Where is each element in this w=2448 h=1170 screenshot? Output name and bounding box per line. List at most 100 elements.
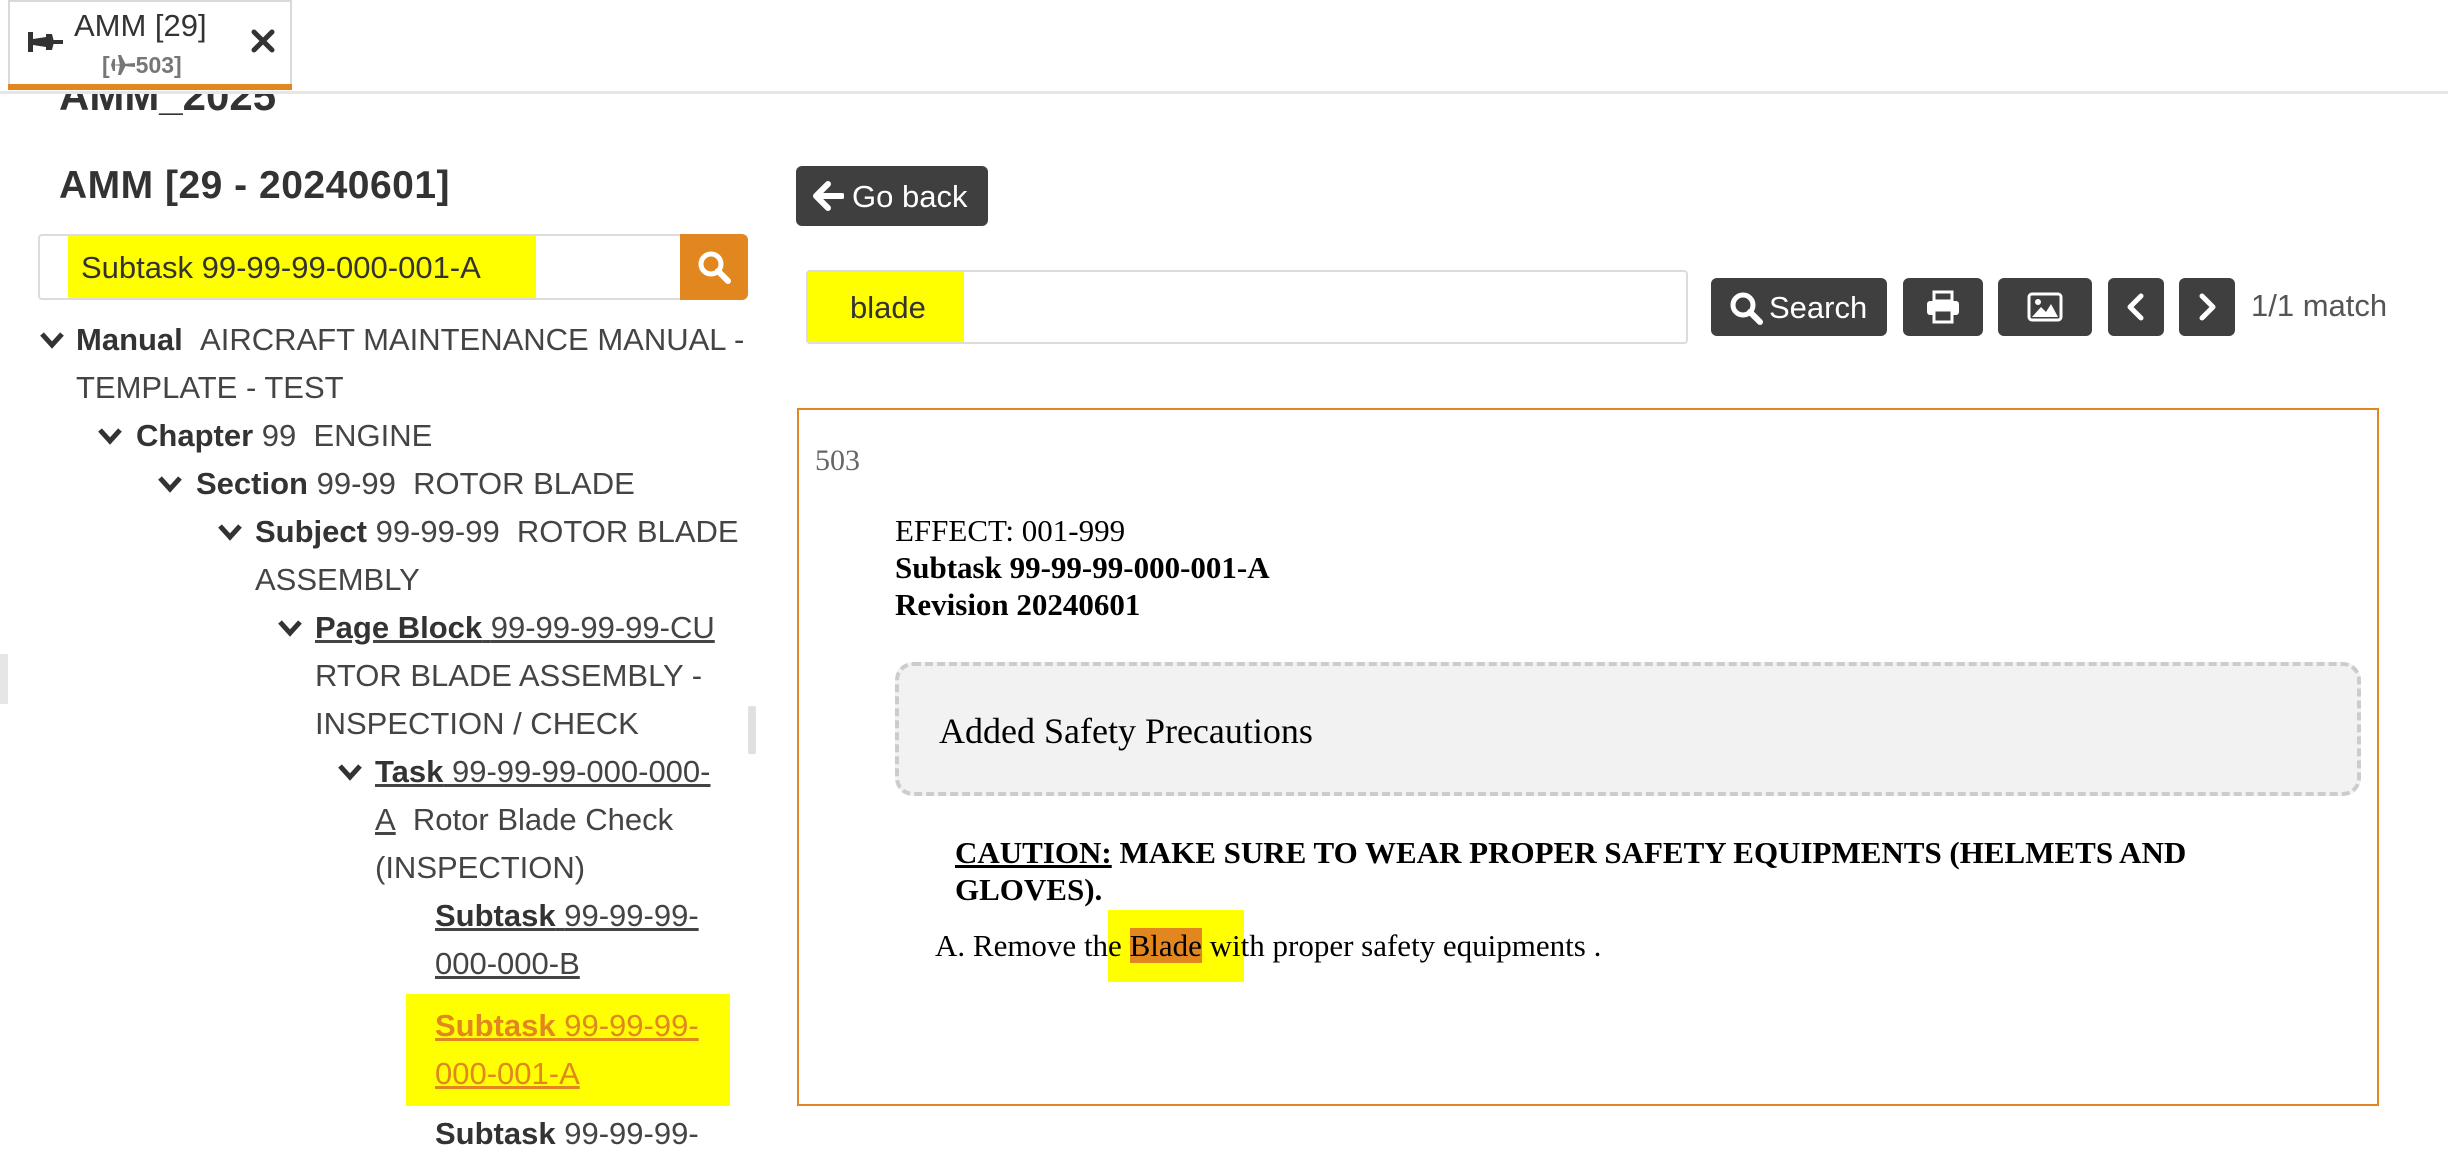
tree-item-subtask[interactable]: Subtask 99-99-99-	[435, 1110, 699, 1158]
task-link[interactable]: Task 99-99-99-000-000-	[375, 754, 711, 789]
tree-type-label: Page Block	[315, 610, 483, 645]
tree-item-subtask-active-cont[interactable]: 000-001-A	[435, 1050, 580, 1098]
safety-precautions-title: Added Safety Precautions	[939, 711, 1313, 751]
print-button[interactable]	[1903, 278, 1983, 336]
chevron-left-icon	[2127, 293, 2144, 321]
tree-code: 99-99-99-	[564, 1008, 699, 1043]
document-content: 503 EFFECT: 001-999 Subtask 99-99-99-000…	[797, 408, 2379, 1106]
caution-label: CAUTION:	[955, 835, 1112, 870]
search-button[interactable]: Search	[1711, 278, 1887, 336]
step-prefix: A. Remove the	[935, 928, 1130, 963]
chevron-down-icon[interactable]	[336, 758, 364, 786]
document-tab[interactable]: AMM [29] [503]	[8, 0, 292, 90]
task-link[interactable]: A	[375, 802, 396, 837]
airplane-icon	[110, 55, 135, 75]
effect-block: EFFECT: 001-999 Subtask 99-99-99-000-001…	[895, 512, 1270, 623]
content-search-value: blade	[850, 290, 926, 325]
subtask-link[interactable]: 000-000-B	[435, 946, 580, 981]
tree-type-label: Subject	[255, 514, 367, 549]
document-header: AMM_2025	[59, 94, 277, 119]
safety-precautions-box: Added Safety Precautions	[895, 662, 2361, 796]
step-a: A. Remove the Blade with proper safety e…	[935, 928, 1601, 964]
tree-code: 99-99-99-99-CU	[490, 610, 715, 645]
tree-search-input[interactable]: Subtask 99-99-99-000-001-A	[38, 234, 682, 300]
go-back-label: Go back	[852, 179, 968, 214]
arrow-left-icon	[813, 181, 844, 211]
effect-line: EFFECT: 001-999	[895, 513, 1126, 548]
pin-icon[interactable]	[26, 26, 64, 58]
tree-type-label: Task	[375, 754, 444, 789]
tree-item-task-cont[interactable]: (INSPECTION)	[375, 844, 585, 892]
tree-code: 99-99-99-	[564, 1116, 699, 1151]
subtask-link[interactable]: Subtask 99-99-99-	[435, 1008, 699, 1043]
tree-code: 99-99-99-	[564, 898, 699, 933]
tree-item-subject[interactable]: Subject 99-99-99 ROTOR BLADE	[255, 508, 739, 556]
subtask-heading: Subtask 99-99-99-000-001-A	[895, 550, 1270, 585]
tree-item-page-block-cont[interactable]: RTOR BLADE ASSEMBLY -	[315, 652, 702, 700]
search-button-label: Search	[1769, 290, 1868, 325]
tree-search-button[interactable]	[680, 234, 748, 300]
tree-item-page-block[interactable]: Page Block 99-99-99-99-CU	[315, 604, 715, 652]
tree-item-subtask[interactable]: Subtask 99-99-99-	[435, 892, 699, 940]
go-back-button[interactable]: Go back	[796, 166, 988, 226]
tree-item-text: TEMPLATE - TEST	[76, 370, 344, 405]
page-number: 503	[815, 444, 860, 477]
search-match: Blade	[1129, 928, 1202, 963]
close-icon[interactable]	[246, 24, 280, 58]
tab-subtitle-number: 503]	[135, 52, 182, 78]
tab-title: AMM [29]	[74, 8, 207, 43]
tree-item-text: AIRCRAFT MAINTENANCE MANUAL -	[200, 322, 745, 357]
next-match-button[interactable]	[2179, 278, 2235, 336]
step-suffix: with proper safety equipments .	[1201, 928, 1602, 963]
tree-type-label: Subtask	[435, 1008, 556, 1043]
caution-text: MAKE SURE TO WEAR PROPER SAFETY EQUIPMEN…	[955, 835, 2187, 907]
tree-item-text: ENGINE	[313, 418, 433, 453]
tree-item-text: Rotor Blade Check	[412, 802, 674, 837]
tree-item-text: INSPECTION / CHECK	[315, 706, 639, 741]
tree-type-label: Chapter	[136, 418, 254, 453]
tree-item-text: (INSPECTION)	[375, 850, 586, 885]
tree-item-task-cont[interactable]: A Rotor Blade Check	[375, 796, 673, 844]
tree-panel: AMM_2025 AMM [29 - 20240601] Subtask 99-…	[0, 94, 760, 1170]
match-count: 1/1 match	[2251, 288, 2388, 323]
search-icon	[1730, 292, 1763, 325]
tree-type-label: Section	[196, 466, 308, 501]
tree-item-section[interactable]: Section 99-99 ROTOR BLADE	[196, 460, 635, 508]
page-block-link[interactable]: Page Block 99-99-99-99-CU	[315, 610, 715, 645]
tab-bar: AMM [29] [503]	[0, 0, 2448, 94]
tree-item-task[interactable]: Task 99-99-99-000-000-	[375, 748, 711, 796]
tree-item-text: RTOR BLADE ASSEMBLY -	[315, 658, 703, 693]
caution-block: CAUTION: MAKE SURE TO WEAR PROPER SAFETY…	[955, 834, 2295, 908]
tree-item-subtask-active[interactable]: Subtask 99-99-99-	[435, 1002, 699, 1050]
tree-item-page-block-cont[interactable]: INSPECTION / CHECK	[315, 700, 639, 748]
tree-item-text: ASSEMBLY	[255, 562, 420, 597]
tree-scrollbar[interactable]	[748, 706, 756, 754]
chevron-down-icon[interactable]	[38, 326, 66, 354]
chevron-down-icon[interactable]	[276, 614, 304, 642]
tab-subtitle: [503]	[102, 52, 182, 79]
tree-item-chapter[interactable]: Chapter 99 ENGINE	[136, 412, 432, 460]
image-button[interactable]	[1998, 278, 2092, 336]
tree-type-label: Subtask	[435, 898, 556, 933]
subtask-link[interactable]: 000-001-A	[435, 1056, 580, 1091]
subtask-link[interactable]: Subtask 99-99-99-	[435, 898, 699, 933]
tree-item-subtask-cont[interactable]: 000-000-B	[435, 940, 580, 988]
tree-search-value: Subtask 99-99-99-000-001-A	[81, 250, 481, 285]
chevron-down-icon[interactable]	[96, 422, 124, 450]
tree-type-label: Manual	[76, 322, 183, 357]
tree-code: 99-99	[316, 466, 396, 501]
print-icon	[1927, 290, 1959, 324]
tree-item-manual-cont[interactable]: TEMPLATE - TEST	[76, 364, 344, 412]
image-icon	[2027, 292, 2063, 322]
tree-item-manual[interactable]: Manual AIRCRAFT MAINTENANCE MANUAL -	[76, 316, 744, 364]
chevron-down-icon[interactable]	[216, 518, 244, 546]
tree-item-text: ROTOR BLADE	[516, 514, 739, 549]
tree-item-subject-cont[interactable]: ASSEMBLY	[255, 556, 420, 604]
tab-subtitle-prefix: [	[102, 52, 110, 78]
content-search-input[interactable]: blade	[806, 270, 1688, 344]
tree-code: 99-99-99-000-000-	[451, 754, 711, 789]
tree-type-label: Subtask	[435, 1116, 556, 1151]
previous-match-button[interactable]	[2108, 278, 2164, 336]
chevron-down-icon[interactable]	[156, 470, 184, 498]
tree-item-text: ROTOR BLADE	[413, 466, 635, 501]
